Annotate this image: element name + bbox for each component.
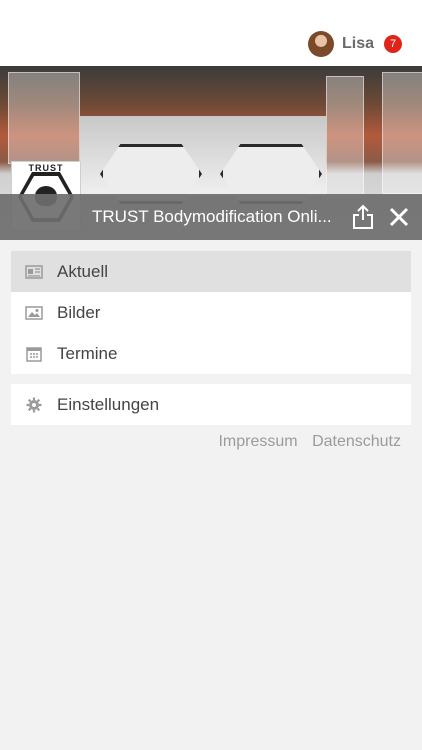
menu-item-bilder[interactable]: Bilder bbox=[11, 292, 411, 333]
calendar-icon bbox=[25, 345, 43, 363]
newspaper-icon bbox=[25, 263, 43, 281]
app-title: TRUST Bodymodification Onli... bbox=[92, 207, 332, 226]
top-bar: Lisa 7 bbox=[0, 0, 422, 66]
shelf-far-right bbox=[382, 72, 422, 194]
logo-text: TRUST bbox=[28, 163, 64, 173]
datenschutz-link[interactable]: Datenschutz bbox=[312, 433, 401, 450]
gear-icon bbox=[25, 396, 43, 414]
notification-badge[interactable]: 7 bbox=[384, 35, 402, 53]
menu-item-einstellungen[interactable]: Einstellungen bbox=[11, 384, 411, 425]
shelf-right bbox=[326, 76, 364, 198]
share-icon[interactable] bbox=[351, 204, 375, 230]
username[interactable]: Lisa bbox=[342, 35, 374, 53]
impressum-link[interactable]: Impressum bbox=[218, 433, 297, 450]
menu-label-aktuell: Aktuell bbox=[57, 261, 109, 281]
title-bar: TRUST Bodymodification Onli... bbox=[0, 194, 422, 240]
avatar[interactable] bbox=[307, 31, 334, 57]
shelf-left bbox=[8, 72, 80, 164]
footer-links: Impressum Datenschutz bbox=[208, 433, 401, 451]
menu-label-einstellungen: Einstellungen bbox=[57, 394, 160, 414]
image-icon bbox=[25, 304, 43, 322]
user-menu[interactable]: Lisa 7 bbox=[307, 29, 402, 59]
menu-item-aktuell[interactable]: Aktuell bbox=[11, 251, 411, 292]
menu-label-termine: Termine bbox=[57, 343, 118, 363]
menu-label-bilder: Bilder bbox=[57, 302, 101, 322]
menu-item-termine[interactable]: Termine bbox=[11, 333, 411, 374]
main-menu: Aktuell Bilder Termine bbox=[11, 251, 411, 374]
close-icon[interactable] bbox=[389, 207, 409, 227]
settings-menu: Einstellungen bbox=[11, 384, 411, 425]
